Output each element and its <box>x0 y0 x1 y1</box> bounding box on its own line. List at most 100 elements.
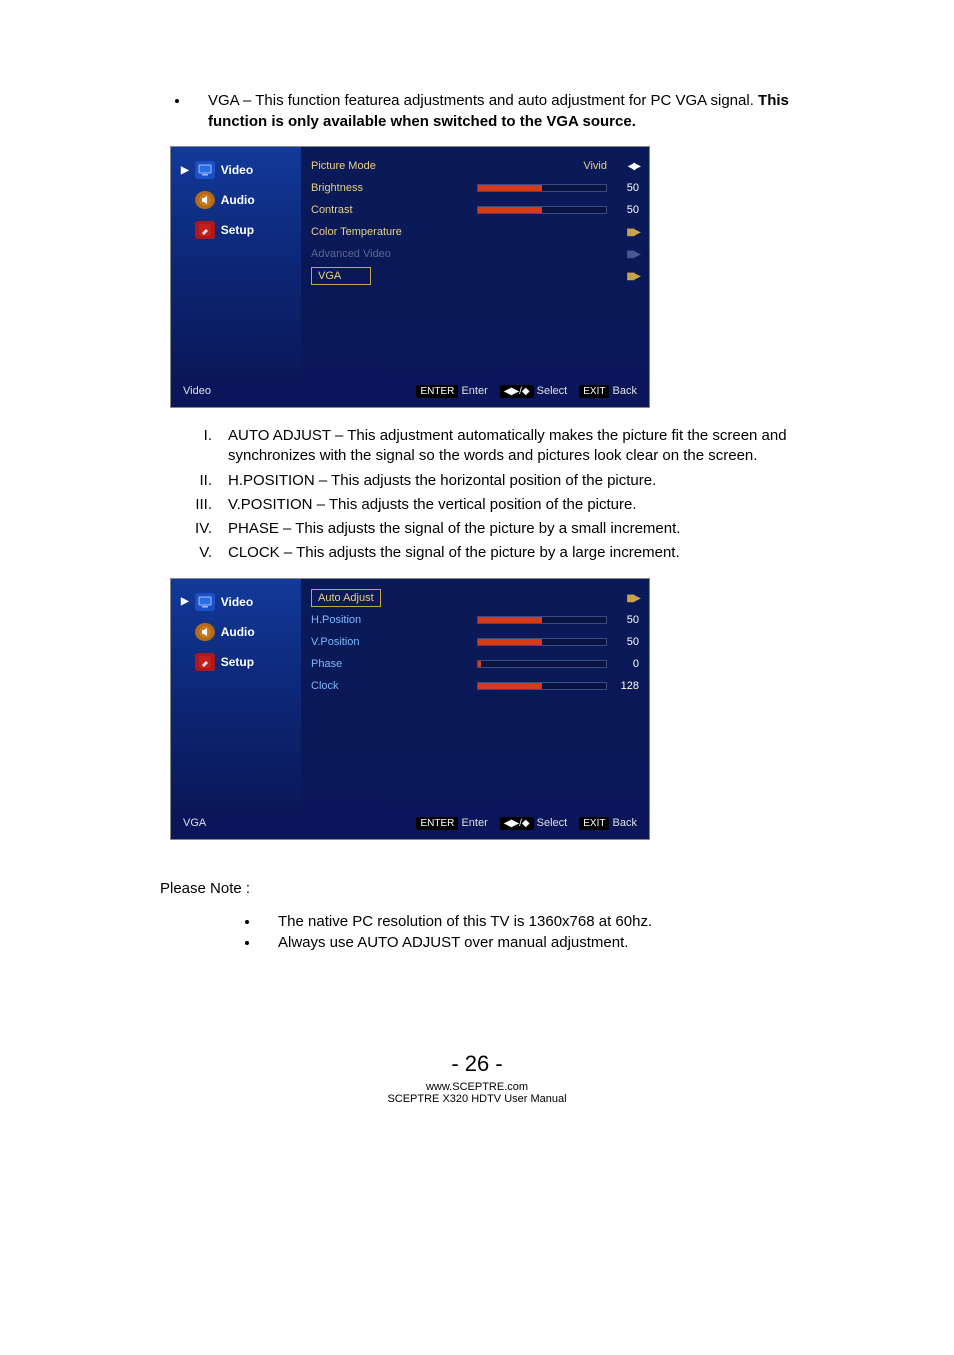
row-label: Auto Adjust <box>311 589 381 607</box>
row-label: VGA <box>311 267 371 285</box>
row-label: Advanced Video <box>311 248 431 260</box>
submenu-icon: ▮▮▶ <box>626 249 639 260</box>
row-contrast[interactable]: Contrast 50 <box>311 199 639 221</box>
slider-bar[interactable] <box>477 206 607 214</box>
tv-icon <box>195 593 215 611</box>
key-enter: ENTER <box>416 817 458 830</box>
roman-numeral: IV. <box>180 519 228 539</box>
row-hposition[interactable]: H.Position 50 <box>311 609 639 631</box>
footer-title: VGA <box>183 817 206 829</box>
list-item: V.CLOCK – This adjusts the signal of the… <box>180 543 834 563</box>
key-exit-label: Back <box>613 385 637 397</box>
sidebar-item-video[interactable]: ▶ Video <box>177 155 295 185</box>
notes-list: The native PC resolution of this TV is 1… <box>120 913 834 951</box>
list-item: The native PC resolution of this TV is 1… <box>260 913 834 930</box>
sidebar-item-setup[interactable]: ▶ Setup <box>177 647 295 677</box>
row-phase[interactable]: Phase 0 <box>311 653 639 675</box>
row-label: Brightness <box>311 182 431 194</box>
slider-bar[interactable] <box>477 638 607 646</box>
row-label: H.Position <box>311 614 431 626</box>
tv-icon <box>195 161 215 179</box>
roman-numeral: II. <box>180 471 228 491</box>
key-exit: EXIT <box>579 817 609 830</box>
sidebar-label: Video <box>221 595 253 609</box>
triangle-right-icon: ▶ <box>181 165 189 176</box>
arrows-icon: ◀▶/◆ <box>500 817 534 830</box>
slider-bar[interactable] <box>477 616 607 624</box>
slider-bar[interactable] <box>477 660 607 668</box>
sidebar-label: Setup <box>221 655 254 669</box>
footer-manual: SCEPTRE X320 HDTV User Manual <box>0 1093 954 1105</box>
row-clock[interactable]: Clock 128 <box>311 675 639 697</box>
list-text: PHASE – This adjusts the signal of the p… <box>228 519 834 539</box>
row-vposition[interactable]: V.Position 50 <box>311 631 639 653</box>
osd-video-menu: ▶ Video ▶ Audio ▶ <box>170 146 650 408</box>
row-value: 50 <box>613 182 639 194</box>
sidebar-item-setup[interactable]: ▶ Setup <box>177 215 295 245</box>
osd-sidebar: ▶ Video ▶ Audio ▶ <box>171 579 301 809</box>
osd-footer: VGA ENTER Enter ◀▶/◆ Select EXIT Back <box>171 809 649 839</box>
list-text: V.POSITION – This adjusts the vertical p… <box>228 495 834 515</box>
intro-bullet: VGA – This function featurea adjustments… <box>190 90 834 132</box>
definitions-list: I.AUTO ADJUST – This adjustment automati… <box>180 426 834 564</box>
key-exit-label: Back <box>613 817 637 829</box>
row-value: 50 <box>613 636 639 648</box>
sidebar-item-audio[interactable]: ▶ Audio <box>177 617 295 647</box>
list-item: IV.PHASE – This adjusts the signal of th… <box>180 519 834 539</box>
page-number: - 26 - <box>0 1051 954 1077</box>
key-select-label: Select <box>537 817 568 829</box>
slider-bar[interactable] <box>477 682 607 690</box>
wrench-icon <box>195 653 215 671</box>
sidebar-label: Audio <box>221 625 255 639</box>
list-item: III.V.POSITION – This adjusts the vertic… <box>180 495 834 515</box>
footer-title: Video <box>183 385 211 397</box>
footer-url: www.SCEPTRE.com <box>0 1081 954 1093</box>
key-enter-label: Enter <box>461 385 487 397</box>
osd-footer: Video ENTER Enter ◀▶/◆ Select EXIT Back <box>171 377 649 407</box>
row-label: Clock <box>311 680 431 692</box>
sidebar-item-video[interactable]: ▶ Video <box>177 587 295 617</box>
submenu-icon: ▮▮▶ <box>626 593 639 604</box>
sidebar-label: Video <box>221 163 253 177</box>
row-label: Color Temperature <box>311 226 431 238</box>
row-picture-mode[interactable]: Picture Mode Vivid ◀▶ <box>311 155 639 177</box>
list-item: II.H.POSITION – This adjusts the horizon… <box>180 471 834 491</box>
row-label: V.Position <box>311 636 431 648</box>
roman-numeral: I. <box>180 426 228 467</box>
row-value: 128 <box>613 680 639 692</box>
intro-lead: VGA – This function featurea adjustments… <box>208 92 758 109</box>
key-exit: EXIT <box>579 385 609 398</box>
key-enter-label: Enter <box>461 817 487 829</box>
submenu-icon: ▮▮▶ <box>626 227 639 238</box>
submenu-icon: ▮▮▶ <box>626 271 639 282</box>
speaker-icon <box>195 191 215 209</box>
page-footer: - 26 - www.SCEPTRE.com SCEPTRE X320 HDTV… <box>0 1051 954 1105</box>
arrows-icon: ◀▶/◆ <box>500 385 534 398</box>
speaker-icon <box>195 623 215 641</box>
row-advanced-video: Advanced Video ▮▮▶ <box>311 243 639 265</box>
row-value: 50 <box>613 204 639 216</box>
sidebar-label: Audio <box>221 193 255 207</box>
row-value: 50 <box>613 614 639 626</box>
row-vga[interactable]: VGA ▮▮▶ <box>311 265 639 287</box>
osd-sidebar: ▶ Video ▶ Audio ▶ <box>171 147 301 377</box>
wrench-icon <box>195 221 215 239</box>
row-brightness[interactable]: Brightness 50 <box>311 177 639 199</box>
sidebar-label: Setup <box>221 223 254 237</box>
list-text: AUTO ADJUST – This adjustment automatica… <box>228 426 834 467</box>
list-item: I.AUTO ADJUST – This adjustment automati… <box>180 426 834 467</box>
please-note-heading: Please Note : <box>160 880 834 897</box>
list-item: Always use AUTO ADJUST over manual adjus… <box>260 934 834 951</box>
list-text: CLOCK – This adjusts the signal of the p… <box>228 543 834 563</box>
arrows-lr-icon: ◀▶ <box>628 161 639 172</box>
row-auto-adjust[interactable]: Auto Adjust ▮▮▶ <box>311 587 639 609</box>
row-label: Contrast <box>311 204 431 216</box>
osd-vga-menu: ▶ Video ▶ Audio ▶ <box>170 578 650 840</box>
slider-bar[interactable] <box>477 184 607 192</box>
roman-numeral: III. <box>180 495 228 515</box>
sidebar-item-audio[interactable]: ▶ Audio <box>177 185 295 215</box>
key-enter: ENTER <box>416 385 458 398</box>
key-select-label: Select <box>537 385 568 397</box>
row-value: Vivid <box>583 160 607 172</box>
row-color-temperature[interactable]: Color Temperature ▮▮▶ <box>311 221 639 243</box>
